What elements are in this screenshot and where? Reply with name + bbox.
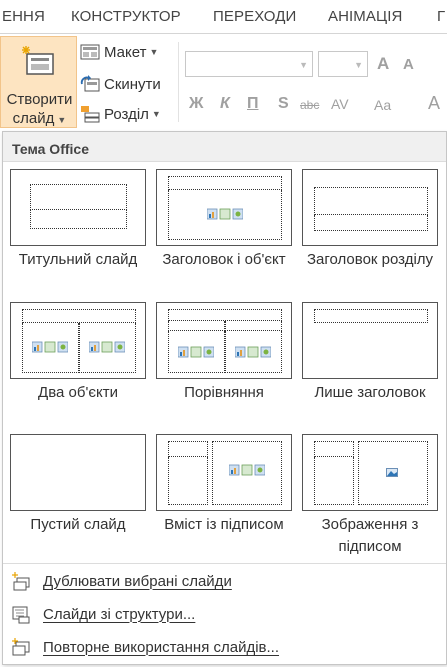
reset-icon bbox=[80, 75, 100, 92]
duplicate-slides-label: Дублювати вибрані слайди bbox=[43, 572, 232, 590]
layout-label: Два об'єкти bbox=[38, 384, 118, 401]
duplicate-slides-item[interactable]: Дублювати вибрані слайди bbox=[3, 566, 446, 596]
title-placeholder bbox=[314, 309, 428, 323]
content-icons bbox=[235, 346, 271, 358]
layout-thumbnail bbox=[10, 169, 146, 246]
layout-thumbnail bbox=[302, 169, 438, 246]
title-placeholder bbox=[314, 187, 428, 215]
layout-label: Вміст із підписом bbox=[164, 516, 284, 533]
font-family-select[interactable]: ▼ bbox=[185, 51, 313, 77]
title-placeholder bbox=[168, 176, 282, 190]
bold-button[interactable]: Ж bbox=[189, 95, 203, 113]
content-icons bbox=[32, 341, 68, 353]
reuse-slides-label: Повторне використання слайдів... bbox=[43, 638, 280, 656]
layout-label: Порівняння bbox=[184, 384, 264, 401]
text-placeholder bbox=[314, 457, 354, 505]
chevron-down-icon: ▼ bbox=[57, 115, 67, 125]
layout-thumbnail bbox=[156, 302, 292, 379]
layout-thumbnail bbox=[156, 434, 292, 511]
italic-button[interactable]: К bbox=[220, 95, 230, 113]
content-icons bbox=[89, 341, 125, 353]
ribbon-tabs: ЕННЯ КОНСТРУКТОР ПЕРЕХОДИ АНІМАЦІЯ Г bbox=[0, 0, 447, 34]
layout-label: Титульний слайд bbox=[18, 251, 138, 268]
slides-from-outline-label: Слайди зі структури... bbox=[43, 605, 196, 623]
underline-button[interactable]: П bbox=[247, 95, 259, 113]
chevron-down-icon: ▼ bbox=[151, 109, 161, 119]
font-color-button[interactable]: A bbox=[428, 93, 440, 114]
text-placeholder bbox=[314, 215, 428, 231]
shrink-font-button[interactable]: A bbox=[403, 56, 414, 73]
reset-button[interactable]: Скинути bbox=[80, 72, 161, 96]
layout-button[interactable]: Макет ▼ bbox=[80, 40, 158, 64]
layout-thumbnail bbox=[302, 434, 438, 511]
content-icons bbox=[207, 208, 243, 220]
grow-font-button[interactable]: A bbox=[377, 54, 389, 74]
menu-separator bbox=[3, 563, 446, 564]
layout-icon bbox=[80, 44, 100, 60]
layout-label: Лише заголовок bbox=[314, 384, 426, 401]
chevron-down-icon: ▼ bbox=[149, 47, 159, 57]
new-slide-label: Створити bbox=[6, 91, 73, 108]
reuse-slides-icon bbox=[12, 638, 30, 656]
layout-label: Пустий слайд bbox=[30, 516, 126, 533]
ribbon-separator bbox=[178, 42, 179, 122]
ribbon: Створити слайд ▼ Макет ▼ Скинути Розділ ▼ bbox=[0, 34, 447, 134]
heading-placeholder-left bbox=[168, 321, 225, 331]
tab-next[interactable]: Г bbox=[437, 8, 445, 25]
title-placeholder bbox=[314, 441, 354, 457]
tab-review[interactable]: ЕННЯ bbox=[2, 8, 45, 25]
section-icon bbox=[81, 106, 100, 123]
title-placeholder bbox=[30, 184, 127, 210]
layout-thumbnail bbox=[156, 169, 292, 246]
gallery-title: Тема Office bbox=[3, 132, 446, 162]
subtitle-placeholder bbox=[30, 210, 127, 229]
new-slide-button[interactable]: Створити слайд ▼ bbox=[0, 36, 77, 128]
change-case-button[interactable]: Aa bbox=[374, 97, 391, 113]
section-button[interactable]: Розділ ▼ bbox=[80, 102, 161, 126]
reset-label: Скинути bbox=[104, 75, 161, 93]
layout-label: Заголовок розділу bbox=[306, 251, 434, 268]
heading-placeholder-right bbox=[225, 321, 282, 331]
strikethrough-button[interactable]: abc bbox=[300, 98, 319, 112]
layout-label: Зображення з підписом bbox=[321, 516, 419, 555]
section-label: Розділ bbox=[104, 105, 149, 123]
shadow-button[interactable]: S bbox=[278, 95, 289, 113]
new-slide-icon bbox=[22, 46, 54, 75]
title-placeholder bbox=[168, 441, 208, 457]
font-size-select[interactable]: ▼ bbox=[318, 51, 368, 77]
layout-label: Макет bbox=[104, 43, 147, 61]
slides-from-outline-item[interactable]: Слайди зі структури... bbox=[3, 599, 446, 629]
title-placeholder bbox=[22, 309, 136, 323]
tab-animations[interactable]: АНІМАЦІЯ bbox=[328, 8, 402, 25]
content-icons bbox=[178, 346, 214, 358]
new-slide-label-2: слайд ▼ bbox=[12, 110, 67, 127]
layout-thumbnail bbox=[302, 302, 438, 379]
picture-icon bbox=[386, 468, 398, 477]
chevron-down-icon: ▼ bbox=[354, 60, 363, 70]
layout-label: Заголовок і об'єкт bbox=[162, 251, 286, 268]
outline-icon bbox=[12, 606, 30, 624]
duplicate-slides-icon bbox=[12, 572, 30, 591]
reuse-slides-item[interactable]: Повторне використання слайдів... bbox=[3, 632, 446, 662]
char-spacing-button[interactable]: AV bbox=[331, 96, 349, 112]
tab-design[interactable]: КОНСТРУКТОР bbox=[71, 8, 181, 25]
layout-thumbnail bbox=[10, 434, 146, 511]
layout-thumbnail bbox=[10, 302, 146, 379]
content-icons bbox=[229, 464, 265, 476]
tab-transitions[interactable]: ПЕРЕХОДИ bbox=[213, 8, 296, 25]
title-placeholder bbox=[168, 309, 282, 321]
new-slide-dropdown: Тема Office Титульний слайд Заголовок і … bbox=[2, 131, 447, 665]
text-placeholder bbox=[168, 457, 208, 505]
chevron-down-icon: ▼ bbox=[299, 60, 308, 70]
